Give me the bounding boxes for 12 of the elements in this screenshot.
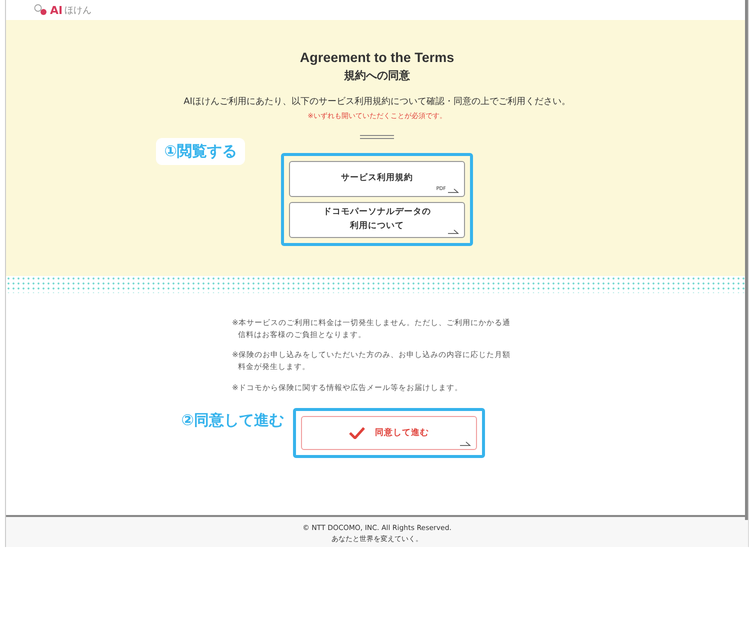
logo-icon — [34, 4, 48, 16]
step-label: ②同意して進む — [181, 410, 284, 430]
logo-text: AI — [50, 4, 63, 16]
double-rule-icon — [360, 135, 394, 139]
document-link[interactable]: ドコモパーソナルデータの 利用について — [289, 202, 465, 238]
page-subtitle: 規約への同意 — [344, 68, 410, 83]
step-label: ①閲覧する — [156, 138, 245, 165]
agree-button[interactable]: 同意して進む — [301, 416, 477, 450]
logo-text: ほけん — [64, 4, 92, 16]
checkmark-icon — [349, 426, 365, 439]
intro-text: AIほけんご利用にあたり、以下のサービス利用規約について確認・同意の上でご利用ください。 — [184, 96, 570, 108]
page-title: Agreement to the Terms — [300, 50, 454, 65]
